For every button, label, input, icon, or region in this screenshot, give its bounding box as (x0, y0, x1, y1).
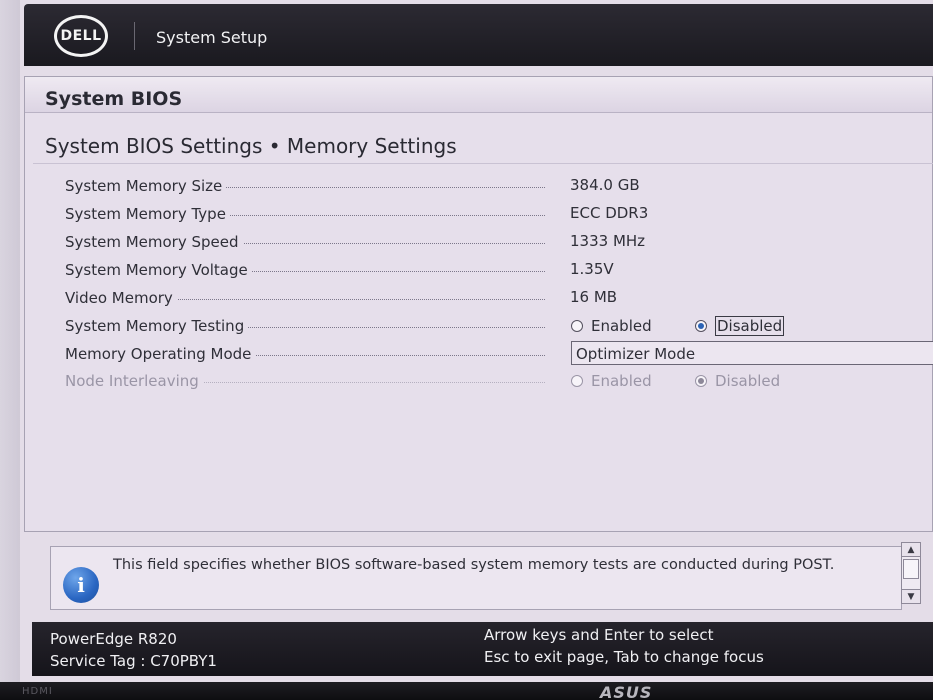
radio-checked-icon (695, 320, 707, 332)
setting-row-memory-speed: System Memory Speed 1333 MHz (25, 229, 933, 255)
panel-title: System BIOS (45, 88, 183, 110)
page-title: System BIOS Settings • Memory Settings (45, 134, 457, 158)
title-divider (33, 163, 933, 164)
setting-row-memory-size: System Memory Size 384.0 GB (25, 173, 933, 199)
node-interleaving-radio-group: Enabled Disabled (571, 370, 931, 392)
memory-testing-radio-group: Enabled Disabled (571, 315, 931, 337)
setting-row-video-memory: Video Memory 16 MB (25, 285, 933, 311)
footer-hint-select: Arrow keys and Enter to select (484, 626, 714, 644)
setting-row-memory-testing: System Memory Testing Enabled Disabled (25, 313, 933, 339)
scroll-thumb[interactable] (903, 559, 919, 579)
setting-label: System Memory Testing (65, 317, 249, 335)
footer-service-tag: Service Tag : C70PBY1 (50, 652, 217, 670)
help-box: i This field specifies whether BIOS soft… (50, 546, 902, 610)
info-icon: i (63, 567, 99, 603)
setting-label: System Memory Voltage (65, 261, 252, 279)
setting-row-memory-voltage: System Memory Voltage 1.35V (25, 257, 933, 283)
system-bios-panel: System BIOS System BIOS Settings • Memor… (24, 76, 933, 532)
setting-row-node-interleaving: Node Interleaving Enabled Disabled (25, 368, 933, 394)
memory-operating-mode-select[interactable]: Optimizer Mode (571, 341, 933, 365)
radio-label: Disabled (715, 372, 781, 390)
setting-value: ECC DDR3 (570, 204, 649, 222)
radio-label: Enabled (591, 317, 652, 335)
setting-label: Memory Operating Mode (65, 345, 256, 363)
memory-testing-disabled-radio[interactable]: Disabled (695, 315, 785, 337)
help-scrollbar[interactable]: ▲ ▼ (901, 542, 921, 604)
radio-unchecked-icon (571, 320, 583, 332)
radio-label: Disabled (715, 316, 785, 336)
setting-value: 1333 MHz (570, 232, 646, 250)
radio-checked-icon (695, 375, 707, 387)
setting-label: System Memory Size (65, 177, 227, 195)
header-title: System Setup (156, 28, 268, 47)
node-interleaving-enabled-radio: Enabled (571, 370, 652, 392)
scroll-down-arrow-icon[interactable]: ▼ (902, 589, 920, 603)
setting-value: 1.35V (570, 260, 614, 278)
setting-row-memory-type: System Memory Type ECC DDR3 (25, 201, 933, 227)
panel-title-bar: System BIOS (25, 77, 932, 113)
node-interleaving-disabled-radio: Disabled (695, 370, 780, 392)
header-divider (134, 22, 135, 50)
footer-model: PowerEdge R820 (50, 630, 177, 648)
setting-value: 16 MB (570, 288, 618, 306)
footer-hint-exit: Esc to exit page, Tab to change focus (484, 648, 764, 666)
setting-label: Video Memory (65, 289, 177, 307)
setting-label: System Memory Speed (65, 233, 243, 251)
scroll-up-arrow-icon[interactable]: ▲ (902, 543, 920, 557)
bios-screen: DELL System Setup System BIOS System BIO… (20, 0, 933, 682)
radio-label: Enabled (591, 372, 652, 390)
monitor-bezel-left (0, 0, 20, 700)
setting-label: Node Interleaving (65, 372, 203, 390)
setting-value: 384.0 GB (570, 176, 640, 194)
monitor-bezel-bottom (0, 682, 933, 700)
hdmi-port-label: HDMI (22, 686, 53, 697)
radio-unchecked-icon (571, 375, 583, 387)
help-text: This field specifies whether BIOS softwa… (113, 557, 835, 573)
asus-logo: ASUS (600, 683, 653, 700)
system-setup-header: DELL System Setup (24, 4, 933, 66)
footer-bar: PowerEdge R820 Service Tag : C70PBY1 Arr… (32, 622, 933, 676)
dell-logo: DELL (54, 15, 108, 57)
setting-label: System Memory Type (65, 205, 230, 223)
memory-testing-enabled-radio[interactable]: Enabled (571, 315, 652, 337)
setting-row-memory-operating-mode: Memory Operating Mode Optimizer Mode (25, 341, 933, 367)
